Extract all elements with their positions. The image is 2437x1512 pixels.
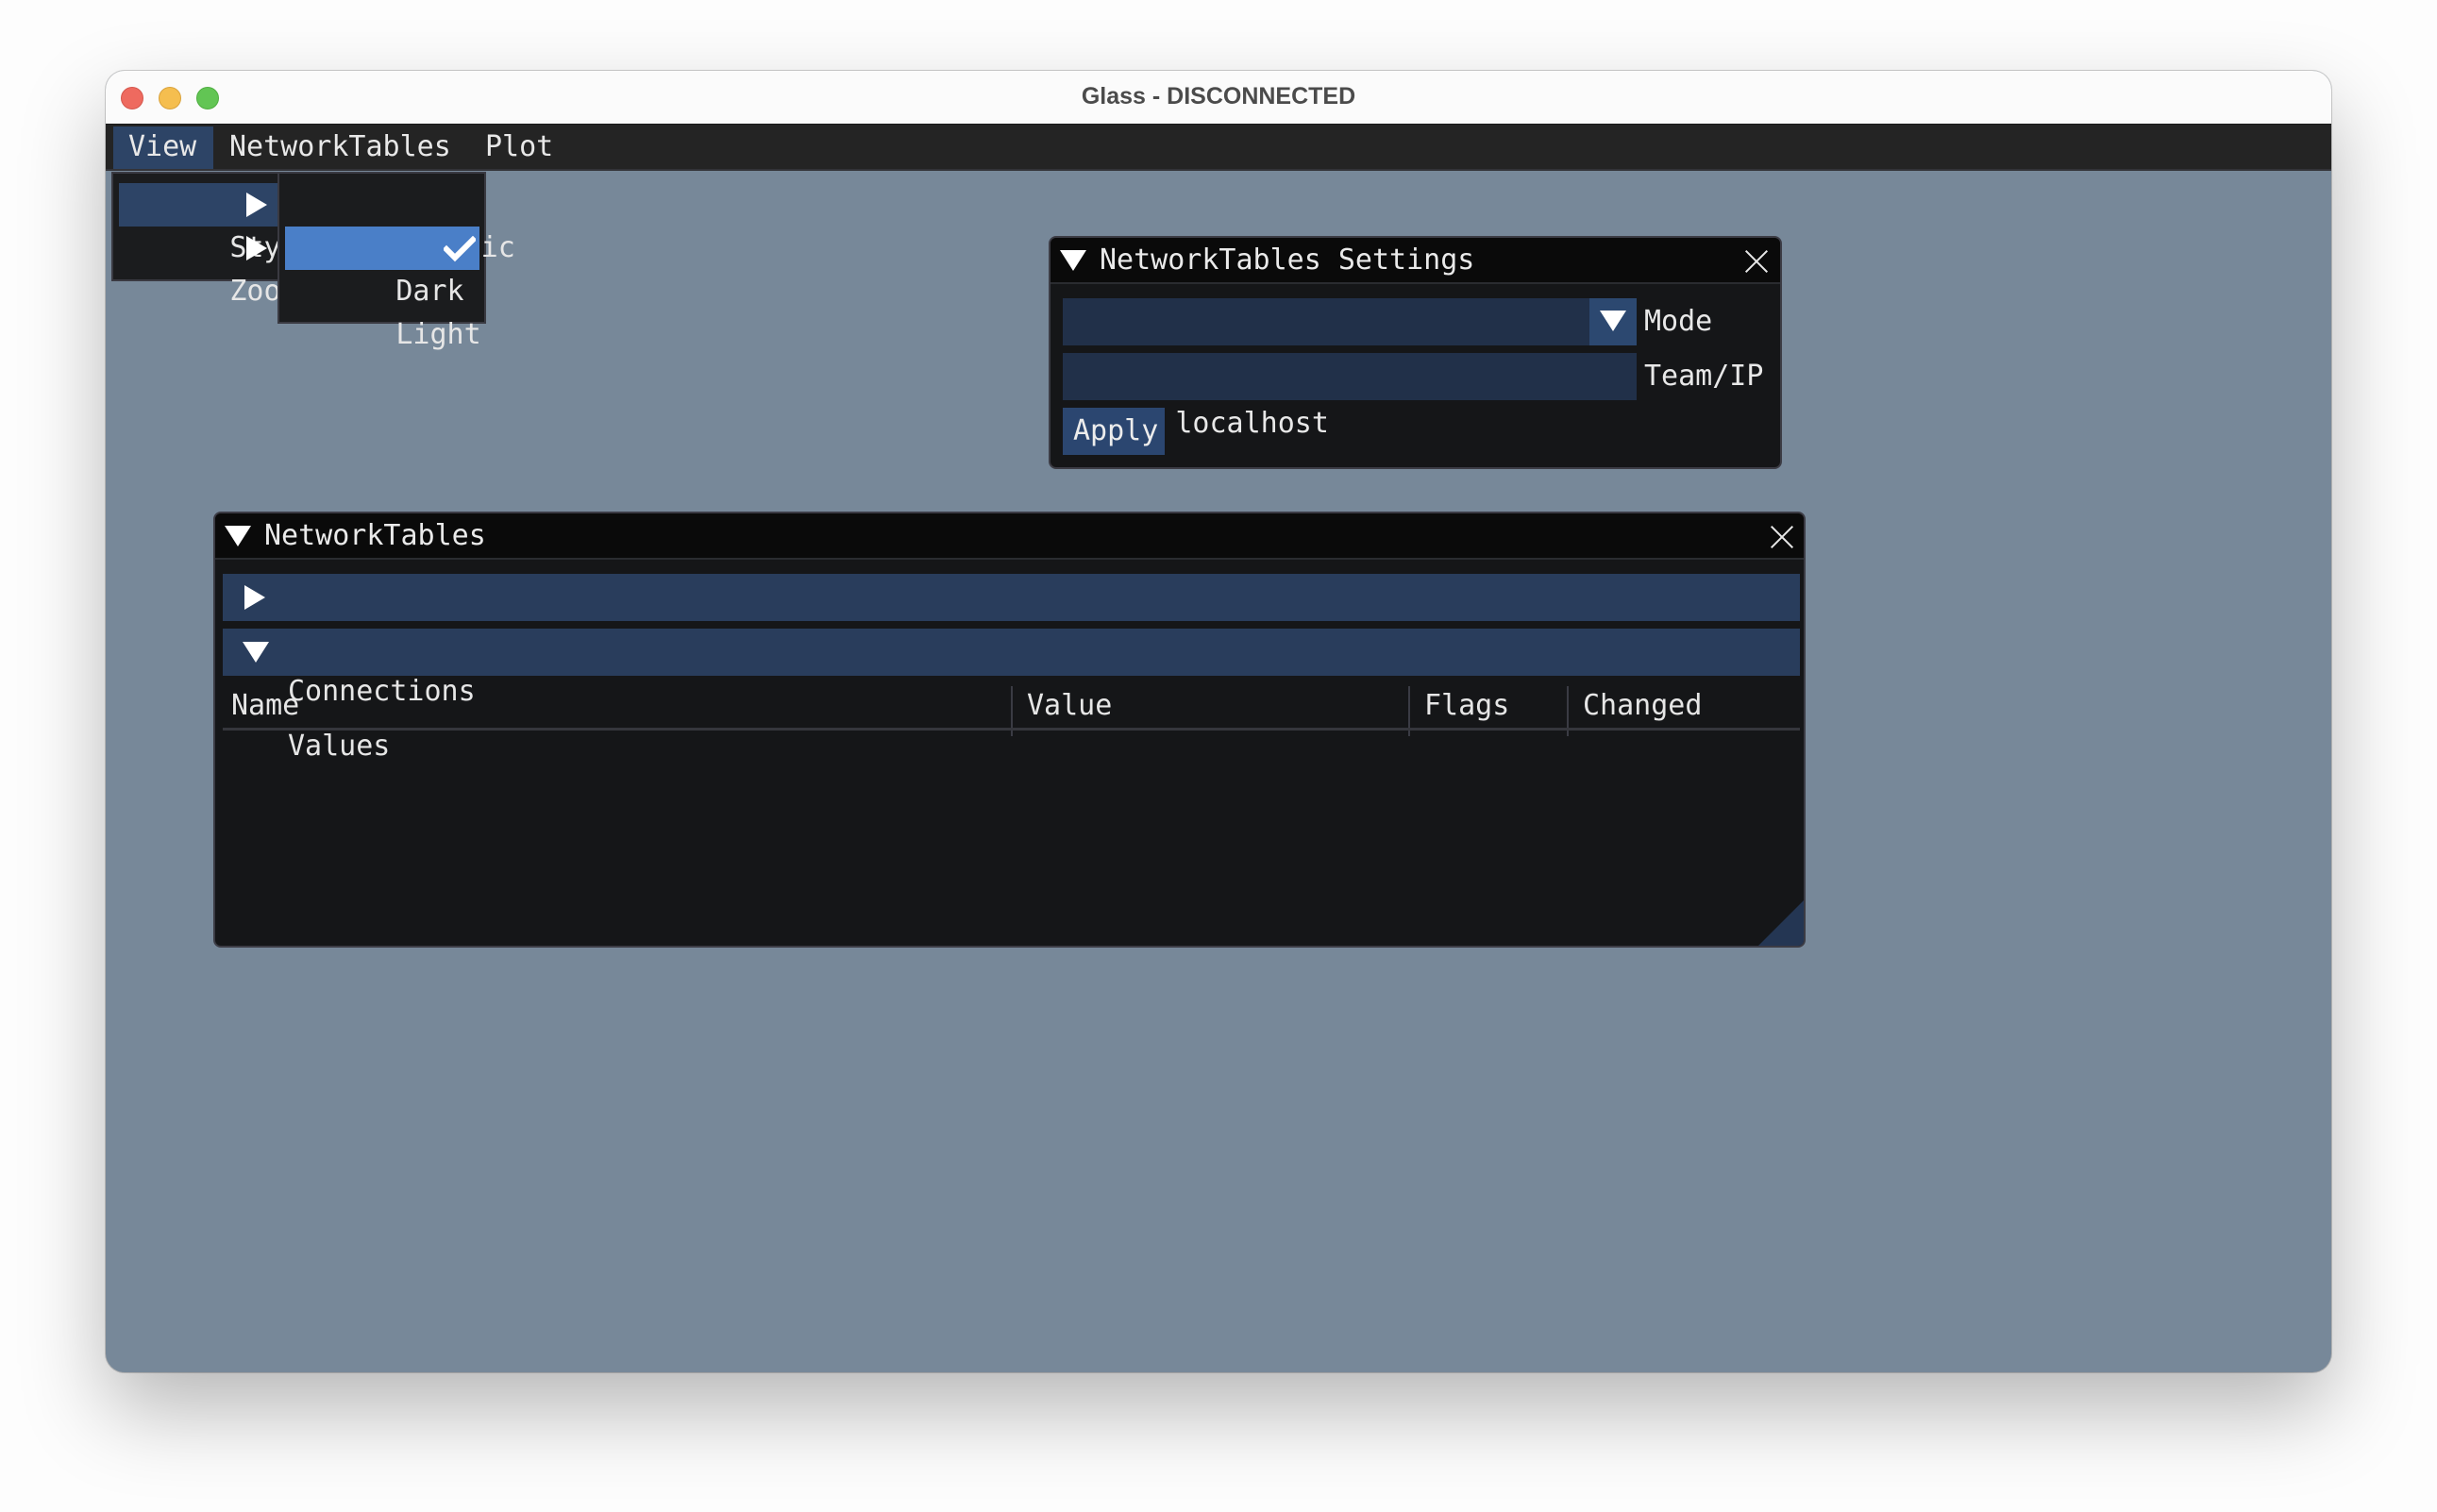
networktables-title: NetworkTables bbox=[264, 519, 486, 552]
apply-button[interactable]: Apply bbox=[1063, 408, 1165, 455]
chevron-down-icon bbox=[1600, 311, 1626, 331]
menu-networktables[interactable]: NetworkTables bbox=[214, 126, 466, 169]
team-ip-input[interactable]: localhost bbox=[1063, 353, 1637, 440]
mode-combo[interactable]: Client bbox=[1063, 298, 1637, 385]
column-header-value[interactable]: Value bbox=[1027, 687, 1112, 725]
menu-item-style[interactable]: Style bbox=[119, 183, 315, 264]
style-option-light-label: Light bbox=[395, 318, 481, 351]
close-icon[interactable] bbox=[1770, 525, 1794, 549]
menu-plot[interactable]: Plot bbox=[470, 126, 568, 169]
close-icon[interactable] bbox=[1744, 249, 1769, 274]
column-header-name[interactable]: Name bbox=[231, 687, 299, 725]
menu-bar: View NetworkTables Plot bbox=[106, 125, 2331, 171]
team-ip-input-value: localhost bbox=[1175, 407, 1329, 440]
column-header-changed[interactable]: Changed bbox=[1583, 687, 1702, 725]
style-submenu-popup: Classic Dark Light bbox=[277, 172, 515, 351]
nt-settings-window: NetworkTables Settings Client Mode local… bbox=[1049, 236, 1782, 469]
section-connections[interactable]: Connections bbox=[223, 574, 1800, 708]
style-option-classic[interactable]: Classic bbox=[285, 183, 514, 264]
expand-arrow-icon bbox=[244, 585, 265, 610]
collapse-triangle-icon[interactable] bbox=[1060, 250, 1086, 271]
style-option-dark[interactable]: Dark bbox=[285, 227, 479, 308]
mode-label: Mode bbox=[1644, 305, 1713, 338]
collapse-triangle-icon[interactable] bbox=[225, 526, 251, 546]
networktables-titlebar[interactable]: NetworkTables bbox=[215, 513, 1804, 560]
combo-arrow-button[interactable] bbox=[1589, 298, 1637, 345]
app-window: Glass - DISCONNECTED View NetworkTables … bbox=[106, 71, 2331, 1372]
table-header-divider bbox=[223, 728, 1800, 731]
column-header-flags[interactable]: Flags bbox=[1424, 687, 1509, 725]
collapse-arrow-icon bbox=[243, 642, 269, 663]
team-ip-label: Team/IP bbox=[1644, 360, 1764, 393]
menu-item-zoom[interactable]: Zoom bbox=[119, 227, 298, 308]
submenu-arrow-icon bbox=[246, 236, 267, 260]
window-title: Glass - DISCONNECTED bbox=[1081, 83, 1356, 109]
submenu-arrow-icon bbox=[246, 193, 267, 217]
nt-settings-titlebar[interactable]: NetworkTables Settings bbox=[1050, 238, 1780, 284]
menu-view[interactable]: View bbox=[113, 126, 213, 169]
networktables-window: NetworkTables Connections Values Name Va… bbox=[213, 512, 1806, 948]
view-menu-popup: Style Zoom bbox=[111, 172, 315, 308]
title-bar: Glass - DISCONNECTED bbox=[106, 71, 2331, 125]
style-option-light[interactable]: Light bbox=[285, 270, 480, 351]
nt-settings-title: NetworkTables Settings bbox=[1100, 244, 1475, 277]
resize-grip[interactable] bbox=[1758, 900, 1804, 946]
checkmark-icon bbox=[444, 236, 476, 262]
section-values[interactable]: Values bbox=[223, 629, 1800, 763]
